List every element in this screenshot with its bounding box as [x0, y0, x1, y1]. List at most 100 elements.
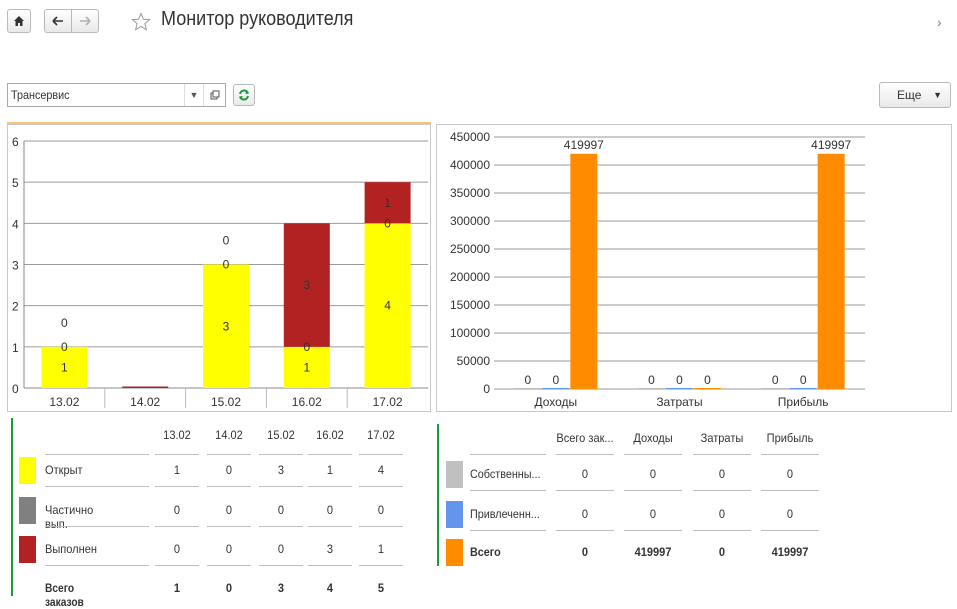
data-label: 0	[704, 373, 711, 387]
cell-underline	[259, 486, 303, 487]
total-cell: 1	[173, 581, 181, 595]
header-underline	[359, 454, 403, 455]
row-label: Привлеченн...	[470, 507, 540, 521]
bar	[638, 388, 665, 389]
orders-chart: 0 1 2 3 4 5 6 1 0 0 13.02 14.02 3 0 0 15.02 1 0 3 16.02 4 0 1 1…	[7, 124, 431, 412]
total-cell: 0	[225, 581, 233, 595]
row-label: Выполнен	[45, 542, 97, 556]
cell-underline	[761, 530, 819, 531]
row-label: Открыт	[45, 463, 83, 477]
back-button[interactable]	[44, 9, 72, 33]
total-label: Всего заказов	[45, 581, 84, 609]
chevron-down-icon[interactable]: ▼	[184, 84, 203, 106]
x-tick-label: 14.02	[130, 395, 160, 409]
table-cell: 0	[581, 545, 589, 559]
page-title: Монитор руководителя	[161, 8, 354, 30]
home-button[interactable]	[7, 9, 31, 33]
cell-underline	[259, 526, 303, 527]
finance-chart-svg: 0 50000 100000 150000 200000 250000 300000 3500…	[450, 130, 865, 409]
total-cell: 3	[277, 581, 285, 595]
data-label: 4	[384, 299, 391, 313]
y-tick-label: 150000	[450, 298, 490, 312]
data-label: 0	[61, 316, 68, 330]
legend-swatch	[446, 461, 463, 488]
bar	[514, 388, 542, 389]
cell-underline	[693, 490, 751, 491]
header-underline	[259, 454, 303, 455]
x-tick-label: 13.02	[49, 395, 79, 409]
y-tick-label: 350000	[450, 186, 490, 200]
star-icon[interactable]	[131, 12, 151, 32]
cell-underline	[155, 526, 199, 527]
data-label: 419997	[564, 138, 604, 152]
table-cell: 0	[718, 507, 726, 521]
bar-segment	[122, 386, 169, 388]
row-underline	[45, 486, 149, 487]
row-label: Собственны...	[470, 467, 541, 481]
data-label: 0	[223, 258, 230, 272]
data-label: 1	[384, 196, 391, 210]
refresh-button[interactable]	[233, 84, 255, 106]
y-tick-label: 400000	[450, 158, 490, 172]
legend-swatch	[446, 501, 463, 528]
data-label: 1	[303, 360, 310, 374]
bar	[789, 388, 817, 389]
y-tick-label: 1	[12, 341, 19, 355]
x-tick-label: 15.02	[211, 395, 241, 409]
header-underline	[624, 454, 682, 455]
table-cell: 0	[225, 503, 233, 517]
legend-swatch	[19, 536, 36, 563]
cell-underline	[624, 530, 682, 531]
row-underline	[45, 526, 149, 527]
y-tick-label: 2	[12, 300, 19, 314]
table-cell: 3	[277, 463, 285, 477]
chevron-down-icon: ▼	[933, 90, 942, 100]
data-label: 419997	[811, 138, 851, 152]
arrow-right-icon	[80, 16, 91, 26]
column-header: Доходы	[633, 431, 673, 445]
column-header: Затраты	[700, 431, 744, 445]
legend-swatch	[19, 457, 36, 484]
header-underline	[308, 454, 352, 455]
header-underline	[45, 454, 149, 455]
table-cell: 0	[277, 542, 285, 556]
header-underline	[207, 454, 251, 455]
data-label: 0	[676, 373, 683, 387]
data-label: 0	[303, 340, 310, 354]
table-cell: 0	[718, 467, 726, 481]
header-underline	[556, 454, 614, 455]
table-cell: 0	[718, 545, 726, 559]
finance-chart: 0 50000 100000 150000 200000 250000 300000 3500…	[436, 124, 952, 412]
cell-underline	[359, 526, 403, 527]
home-icon	[14, 16, 24, 26]
data-label: 0	[800, 373, 807, 387]
table-cell: 0	[173, 542, 181, 556]
table-cell: 0	[786, 467, 794, 481]
table-cell: 1	[377, 542, 385, 556]
table-cell: 419997	[634, 545, 672, 559]
row-underline	[470, 530, 546, 531]
more-button[interactable]: Еще ▼	[879, 82, 951, 108]
open-icon[interactable]	[203, 84, 225, 106]
y-tick-label: 300000	[450, 214, 490, 228]
cell-underline	[207, 526, 251, 527]
table-cell: 0	[581, 507, 589, 521]
data-label: 3	[303, 278, 310, 292]
bar	[761, 388, 789, 389]
column-header: 13.02	[163, 428, 191, 442]
header-underline	[761, 454, 819, 455]
cell-underline	[259, 565, 303, 566]
x-tick-label: Доходы	[534, 395, 577, 409]
forward-button[interactable]	[71, 9, 99, 33]
more-glyph[interactable]: ›	[937, 14, 942, 30]
organization-select[interactable]: Трансервис ▼	[7, 83, 226, 107]
column-header: 15.02	[267, 428, 295, 442]
cell-underline	[155, 565, 199, 566]
table-cell: 4	[377, 463, 385, 477]
data-label: 0	[524, 373, 531, 387]
cell-underline	[359, 565, 403, 566]
orders-chart-svg: 0 1 2 3 4 5 6 1 0 0 13.02 14.02 3 0 0 15.02 1 0 3 16.02 4 0 1 1…	[12, 135, 428, 409]
total-cell: 5	[377, 581, 385, 595]
y-tick-label: 4	[12, 217, 19, 231]
cell-underline	[693, 530, 751, 531]
